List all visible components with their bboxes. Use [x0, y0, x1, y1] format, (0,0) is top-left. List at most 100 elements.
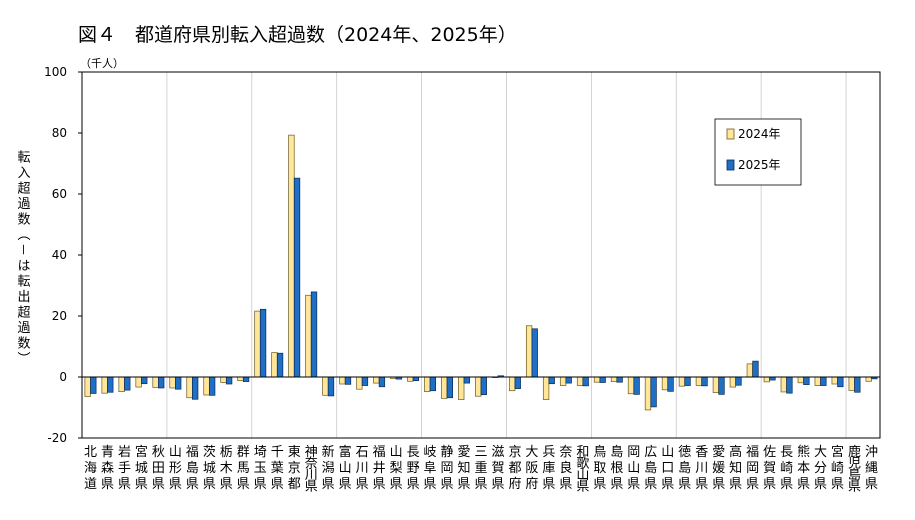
y-tick-label: 80 [52, 126, 67, 140]
x-tick-label: 山口県 [661, 445, 674, 492]
bar-2025年-大分県 [820, 376, 827, 386]
x-tick-label: 滋賀県 [491, 445, 504, 492]
bar-2024年-愛媛県 [712, 376, 720, 393]
bar-2025年-鳥取県 [599, 376, 606, 383]
x-tick-label: 石川県 [356, 445, 369, 492]
bar-2024年-千葉県 [271, 352, 278, 378]
bar-2025年-香川県 [701, 376, 708, 387]
bar-2025年-埼玉県 [259, 308, 267, 378]
bar-2024年-香川県 [695, 376, 703, 386]
x-tick-label: 和歌山県 [576, 445, 589, 495]
x-tick-label: 茨城県 [203, 445, 216, 492]
x-tick-label: 京都府 [508, 445, 521, 492]
bar-2025年-奈良県 [565, 376, 572, 384]
bar-2024年-北海道 [84, 376, 91, 397]
x-tick-label: 北海道 [84, 445, 97, 492]
bar-2024年-山形県 [169, 376, 176, 389]
bar-2024年-佐賀県 [763, 376, 770, 383]
x-tick-label: 秋田県 [152, 445, 165, 492]
bar-2024年-徳島県 [678, 376, 686, 387]
bar-2024年-宮城県 [135, 376, 142, 388]
bar-2025年-福岡県 [752, 360, 759, 378]
bar-2024年-東京都 [288, 134, 295, 378]
bar-2024年-宮崎県 [831, 376, 838, 385]
y-tick-label: 60 [52, 187, 67, 201]
x-tick-label: 鳥取県 [593, 445, 606, 492]
bar-2025年-石川県 [361, 376, 369, 386]
bar-2025年-栃木県 [225, 376, 233, 385]
bar-2025年-鹿児島県 [854, 376, 861, 393]
bar-2024年-埼玉県 [254, 310, 261, 378]
bar-2025年-岐阜県 [429, 376, 437, 392]
x-tick-label: 栃木県 [220, 445, 233, 492]
bar-2025年-宮城県 [141, 376, 148, 385]
bar-2024年-福島県 [186, 376, 193, 399]
bar-2024年-栃木県 [220, 376, 227, 383]
x-tick-label: 熊本県 [797, 444, 810, 492]
bar-2024年-高知県 [729, 376, 737, 388]
x-tick-label: 鹿児島県 [848, 444, 861, 495]
bar-2025年-福井県 [378, 376, 386, 388]
bar-2025年-青森県 [107, 376, 114, 393]
bar-2024年-島根県 [610, 376, 618, 382]
x-tick-label: 三重県 [474, 445, 487, 492]
x-tick-label: 広島県 [644, 445, 657, 492]
bar-2025年-岩手県 [124, 376, 131, 391]
bar-2024年-沖縄県 [865, 376, 872, 382]
bar-2024年-岡山県 [627, 376, 635, 395]
bar-2025年-福島県 [192, 376, 199, 400]
bar-2025年-広島県 [650, 376, 657, 408]
bar-2024年-岐阜県 [424, 376, 431, 392]
y-tick-label: -20 [47, 431, 67, 445]
chart-title: 図４ 都道府県別転入超過数（2024年、2025年） [78, 24, 517, 46]
y-tick-label: 0 [59, 370, 67, 384]
bar-2025年-京都府 [514, 376, 521, 389]
y-axis-label: 転入超過数（－は転出超過数） [15, 150, 31, 367]
bar-2025年-茨城県 [208, 376, 216, 396]
x-tick-label: 愛知県 [458, 445, 471, 492]
bar-2024年-鳥取県 [593, 376, 601, 383]
legend-label-2025: 2025年 [738, 158, 781, 172]
x-tick-label: 福岡県 [746, 445, 759, 492]
bar-2025年-岡山県 [633, 376, 640, 395]
bar-2024年-鹿児島県 [848, 376, 855, 391]
bar-2024年-富山県 [339, 376, 346, 385]
bar-2025年-長野県 [412, 376, 420, 382]
bar-2024年-大分県 [814, 376, 821, 386]
bar-2025年-千葉県 [276, 352, 284, 378]
bar-2025年-島根県 [616, 376, 623, 383]
x-tick-label: 香川県 [695, 445, 708, 492]
x-tick-label: 青森県 [101, 445, 114, 492]
x-tick-label: 群馬県 [237, 445, 250, 492]
y-unit-label: （千人） [80, 57, 124, 70]
y-tick-label: 100 [44, 65, 67, 79]
bar-2024年-山口県 [661, 376, 669, 391]
bar-2025年-富山県 [344, 376, 352, 385]
bar-2025年-東京都 [293, 177, 301, 378]
bar-2024年-群馬県 [237, 376, 244, 382]
bar-2025年-熊本県 [803, 376, 810, 385]
bar-2024年-茨城県 [203, 376, 210, 396]
bar-2024年-福井県 [373, 376, 380, 384]
bar-2025年-新潟県 [327, 376, 335, 397]
bar-2025年-静岡県 [446, 376, 453, 399]
bar-2024年-長野県 [407, 376, 414, 382]
legend: 2024年 2025年 [714, 118, 802, 186]
x-tick-label: 静岡県 [441, 445, 454, 492]
bar-2024年-福岡県 [746, 363, 754, 378]
legend-label-2024: 2024年 [738, 127, 781, 141]
bar-2025年-兵庫県 [548, 376, 555, 385]
x-tick-label: 島根県 [610, 445, 623, 492]
x-tick-label: 佐賀県 [763, 445, 776, 492]
bar-2025年-神奈川県 [310, 291, 318, 378]
bar-2024年-兵庫県 [542, 376, 550, 400]
bar-2024年-和歌山県 [576, 376, 584, 386]
x-tick-label: 福島県 [186, 445, 199, 492]
x-tick-label: 宮崎県 [831, 444, 844, 492]
x-tick-label: 宮城県 [135, 444, 148, 492]
bar-2024年-静岡県 [441, 376, 448, 399]
x-tick-label: 奈良県 [559, 445, 572, 492]
x-tick-label: 新潟県 [322, 444, 335, 492]
x-tick-label: 沖縄県 [865, 445, 878, 492]
bar-2025年-山形県 [175, 376, 182, 390]
